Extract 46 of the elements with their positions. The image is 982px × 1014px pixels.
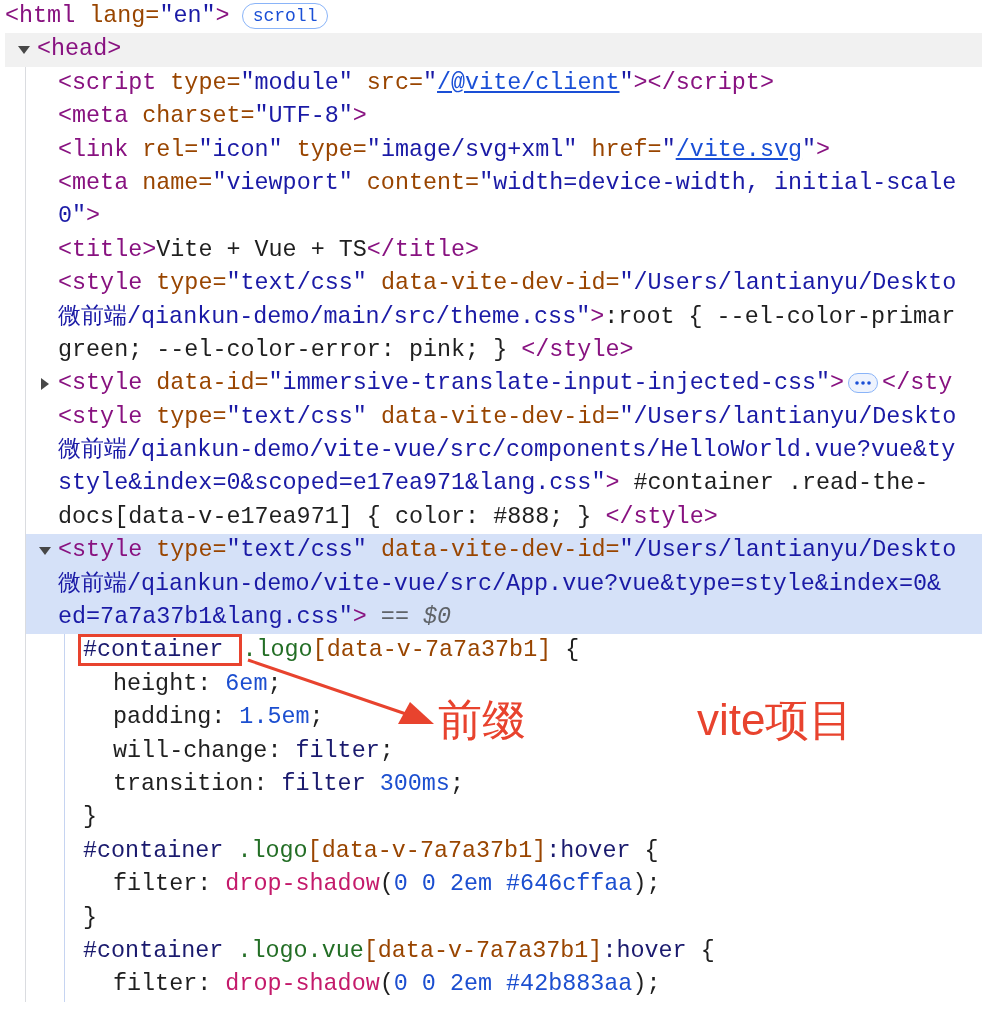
code-line: 微前端/qiankun-demo/main/src/theme.css">:root { --el-color-primar [58, 302, 956, 332]
code-line: <html lang="en"> scroll [5, 0, 329, 34]
dom-node-row[interactable]: <head> [5, 33, 982, 67]
code-line: } [83, 903, 98, 933]
highlight-box: #container [78, 634, 243, 667]
code-line: 微前端/qiankun-demo/vite-vue/src/components/HelloWorld.vue?vue&ty [58, 436, 956, 466]
code-line: <head> [37, 35, 122, 65]
code-line: <style type="text/css" data-vite-dev-id="/Users/lantianyu/Deskto [58, 536, 957, 566]
code-line: } [83, 803, 98, 833]
code-line: #container .logo[data-v-7a7a37b1]:hover { [83, 836, 659, 866]
code-line: <link rel="icon" type="image/svg+xml" href="/vite.svg"> [58, 135, 831, 165]
dom-node-row[interactable]: <style type="text/css" data-vite-dev-id="/Users/lantianyu/Deskto 微前端/qiankun-demo/main/src/theme.css">:root { --el-color-primar green; --el-color-error: pink; } </style> [26, 267, 982, 368]
code-line: height: 6em; [113, 669, 282, 699]
code-line: transition: filter 300ms; [113, 770, 464, 799]
code-line: filter: drop-shadow(0 0 2em #42b883aa); [113, 970, 661, 1000]
dom-node-row[interactable]: <html lang="en"> scroll [0, 0, 982, 34]
dom-node-row[interactable]: <meta name="viewport" content="width=device-width, initial-scale 0"> [26, 166, 982, 234]
code-line: <meta name="viewport" content="width=device-width, initial-scale [58, 168, 957, 198]
more-button[interactable] [848, 373, 879, 394]
code-line: <style type="text/css" data-vite-dev-id="/Users/lantianyu/Deskto [58, 402, 957, 432]
dom-node-row[interactable]: <title>Vite + Vue + TS</title> [26, 233, 982, 268]
code-line: <script type="module" src="/@vite/client"></script> [58, 68, 774, 98]
dom-node-row[interactable]: <style data-id="immersive-translate-input-injected-css"> </sty [26, 367, 982, 401]
dom-node-row[interactable]: <link rel="icon" type="image/svg+xml" href="/vite.svg"> [26, 133, 982, 167]
code-line: 0"> [58, 202, 101, 232]
ellipsis-icon [855, 381, 872, 386]
link[interactable]: /vite.svg [675, 136, 803, 163]
annotation-label: vite项目 [697, 694, 854, 746]
code-line: <meta charset="UTF-8"> [58, 102, 367, 132]
dom-node-row[interactable]: <meta charset="UTF-8"> [26, 100, 982, 134]
code-line: <style data-id="immersive-translate-input-injected-css"> </sty [58, 369, 953, 399]
annotation-label: 前缀 [438, 694, 526, 746]
dom-node-row[interactable]: <style type="text/css" data-vite-dev-id="/Users/lantianyu/Deskto 微前端/qiankun-demo/vite-vue/src/App.vue?vue&type=style&index=0& ed=7a7a37b1&lang.css"> == $0 [26, 534, 982, 635]
dom-node-row[interactable]: <script type="module" src="/@vite/client"></script> [26, 66, 982, 101]
code-line: #container .logo.vue[data-v-7a7a37b1]:hover { [83, 936, 715, 966]
link[interactable]: /@vite/client [437, 69, 620, 96]
code-line: docs[data-v-e17ea971] { color: #888; } </style> [58, 502, 718, 532]
code-line: 微前端/qiankun-demo/vite-vue/src/App.vue?vue&type=style&index=0& [58, 569, 942, 599]
code-line: ed=7a7a37b1&lang.css"> == $0 [58, 603, 452, 633]
code-line: padding: 1.5em; [113, 703, 324, 733]
code-line: filter: drop-shadow(0 0 2em #646cffaa); [113, 870, 661, 900]
code-line: <style type="text/css" data-vite-dev-id="/Users/lantianyu/Deskto [58, 269, 957, 299]
code-line: style&index=0&scoped=e17ea971&lang.css"> #container .read-the- [58, 469, 929, 499]
code-line: <title>Vite + Vue + TS</title> [58, 235, 480, 265]
code-line: green; --el-color-error: pink; } </style> [58, 335, 634, 365]
code-line: will-change: filter; [113, 736, 394, 766]
